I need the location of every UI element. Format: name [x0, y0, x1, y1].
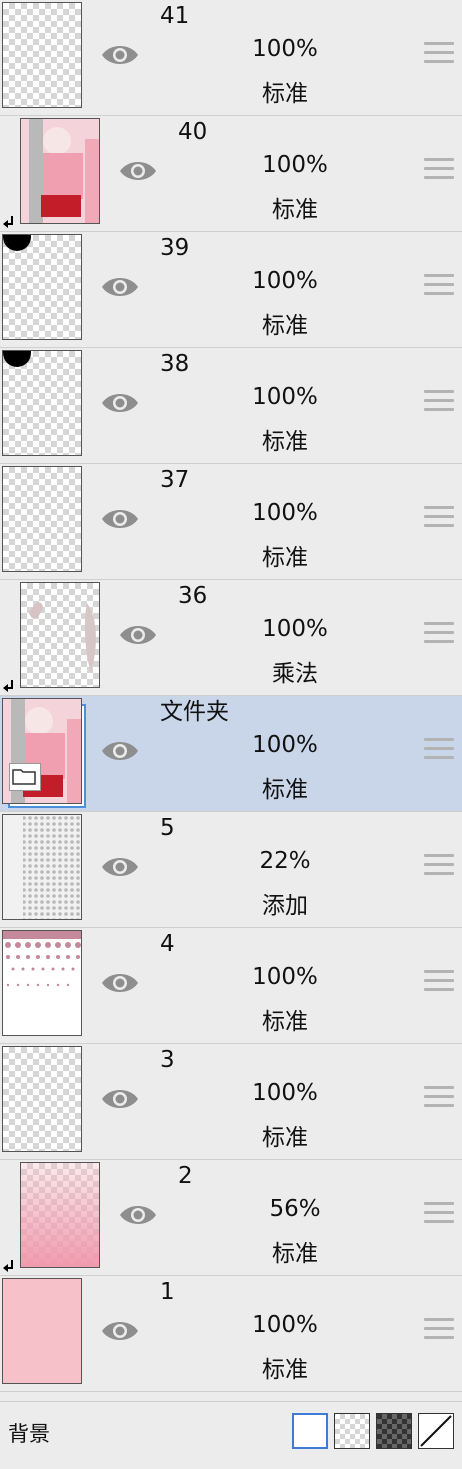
eye-icon[interactable]: [118, 622, 158, 648]
layer-blend-mode: 标准: [262, 545, 308, 571]
layer-row[interactable]: 37 100% 标准: [0, 464, 462, 580]
shape-fragment: [3, 351, 31, 367]
layer-opacity: 100%: [252, 500, 318, 526]
layer-blend-mode: 标准: [262, 1009, 308, 1035]
drag-handle-icon[interactable]: [424, 158, 454, 180]
drag-handle-icon[interactable]: [424, 738, 454, 760]
drag-handle-icon[interactable]: [424, 1318, 454, 1340]
background-transparent-light-button[interactable]: [334, 1413, 370, 1449]
layer-opacity: 100%: [252, 1080, 318, 1106]
layer-opacity: 100%: [252, 36, 318, 62]
layer-thumbnail: [2, 2, 82, 108]
layer-blend-mode: 标准: [262, 777, 308, 803]
layer-row[interactable]: 4 100% 标准: [0, 928, 462, 1044]
eye-icon[interactable]: [100, 854, 140, 880]
layer-row[interactable]: 38 100% 标准: [0, 348, 462, 464]
layer-row[interactable]: 1 100% 标准: [0, 1276, 462, 1392]
layer-row[interactable]: 2 56% 标准: [0, 1160, 462, 1276]
layer-thumbnail: [20, 118, 100, 224]
eye-icon[interactable]: [100, 1318, 140, 1344]
clip-arrow-icon: [3, 215, 15, 229]
layer-name: 36: [178, 583, 208, 609]
layer-name: 5: [160, 815, 175, 841]
drag-handle-icon[interactable]: [424, 274, 454, 296]
layer-row[interactable]: 40 100% 标准: [0, 116, 462, 232]
folder-icon: [9, 763, 41, 791]
layer-thumbnail: [20, 582, 100, 688]
layer-blend-mode: 标准: [262, 81, 308, 107]
eye-icon[interactable]: [118, 158, 158, 184]
layer-name: 41: [160, 3, 190, 29]
eye-icon[interactable]: [100, 42, 140, 68]
shape-fragment: [3, 235, 31, 251]
layer-thumbnail: [2, 234, 82, 340]
layer-name: 1: [160, 1279, 175, 1305]
layer-name: 2: [178, 1163, 193, 1189]
layer-name: 37: [160, 467, 190, 493]
layer-name: 4: [160, 931, 175, 957]
background-transparent-dark-button[interactable]: [376, 1413, 412, 1449]
layer-opacity: 100%: [252, 732, 318, 758]
layer-thumbnail: [2, 698, 82, 804]
layer-opacity: 100%: [252, 384, 318, 410]
layer-blend-mode: 标准: [272, 197, 318, 223]
layer-thumbnail: [2, 466, 82, 572]
layer-opacity: 100%: [262, 616, 328, 642]
layer-opacity: 56%: [269, 1196, 321, 1222]
eye-icon[interactable]: [100, 1086, 140, 1112]
layer-thumbnail: [2, 350, 82, 456]
layer-blend-mode: 标准: [262, 1357, 308, 1383]
background-bar: 背景: [0, 1401, 462, 1469]
layer-row[interactable]: 36 100% 乘法: [0, 580, 462, 696]
layer-name: 3: [160, 1047, 175, 1073]
layer-thumbnail: [2, 1278, 82, 1384]
layer-row[interactable]: 文件夹 100% 标准: [0, 696, 462, 812]
layer-row[interactable]: 39 100% 标准: [0, 232, 462, 348]
layer-name: 38: [160, 351, 190, 377]
layer-opacity: 22%: [259, 848, 311, 874]
layer-row[interactable]: 5 22% 添加: [0, 812, 462, 928]
layer-blend-mode: 标准: [272, 1241, 318, 1267]
layer-blend-mode: 标准: [262, 1125, 308, 1151]
layer-opacity: 100%: [252, 1312, 318, 1338]
layer-name: 39: [160, 235, 190, 261]
layer-list: 41 100% 标准 40 100% 标准 39 100% 标准 38 100% 标准 37 100% 标准…: [0, 0, 462, 1392]
layer-opacity: 100%: [252, 268, 318, 294]
clip-arrow-icon: [3, 1259, 15, 1273]
layer-blend-mode: 乘法: [272, 661, 318, 687]
drag-handle-icon[interactable]: [424, 42, 454, 64]
layer-opacity: 100%: [252, 964, 318, 990]
eye-icon[interactable]: [100, 738, 140, 764]
drag-handle-icon[interactable]: [424, 390, 454, 412]
layer-blend-mode: 添加: [262, 893, 308, 919]
layer-name: 文件夹: [160, 699, 229, 725]
drag-handle-icon[interactable]: [424, 506, 454, 528]
layer-thumbnail: [2, 814, 82, 920]
layer-row[interactable]: 41 100% 标准: [0, 0, 462, 116]
eye-icon[interactable]: [100, 274, 140, 300]
drag-handle-icon[interactable]: [424, 1202, 454, 1224]
layer-blend-mode: 标准: [262, 429, 308, 455]
layer-thumbnail: [2, 930, 82, 1036]
drag-handle-icon[interactable]: [424, 1086, 454, 1108]
eye-icon[interactable]: [100, 506, 140, 532]
eye-icon[interactable]: [118, 1202, 158, 1228]
drag-handle-icon[interactable]: [424, 854, 454, 876]
background-white-button[interactable]: [292, 1413, 328, 1449]
background-label: 背景: [8, 1422, 50, 1446]
layer-blend-mode: 标准: [262, 313, 308, 339]
layer-name: 40: [178, 119, 208, 145]
layer-thumbnail: [20, 1162, 100, 1268]
layer-thumbnail: [2, 1046, 82, 1152]
layer-opacity: 100%: [262, 152, 328, 178]
background-none-button[interactable]: [418, 1413, 454, 1449]
clip-arrow-icon: [3, 679, 15, 693]
drag-handle-icon[interactable]: [424, 622, 454, 644]
eye-icon[interactable]: [100, 970, 140, 996]
layer-row[interactable]: 3 100% 标准: [0, 1044, 462, 1160]
drag-handle-icon[interactable]: [424, 970, 454, 992]
eye-icon[interactable]: [100, 390, 140, 416]
